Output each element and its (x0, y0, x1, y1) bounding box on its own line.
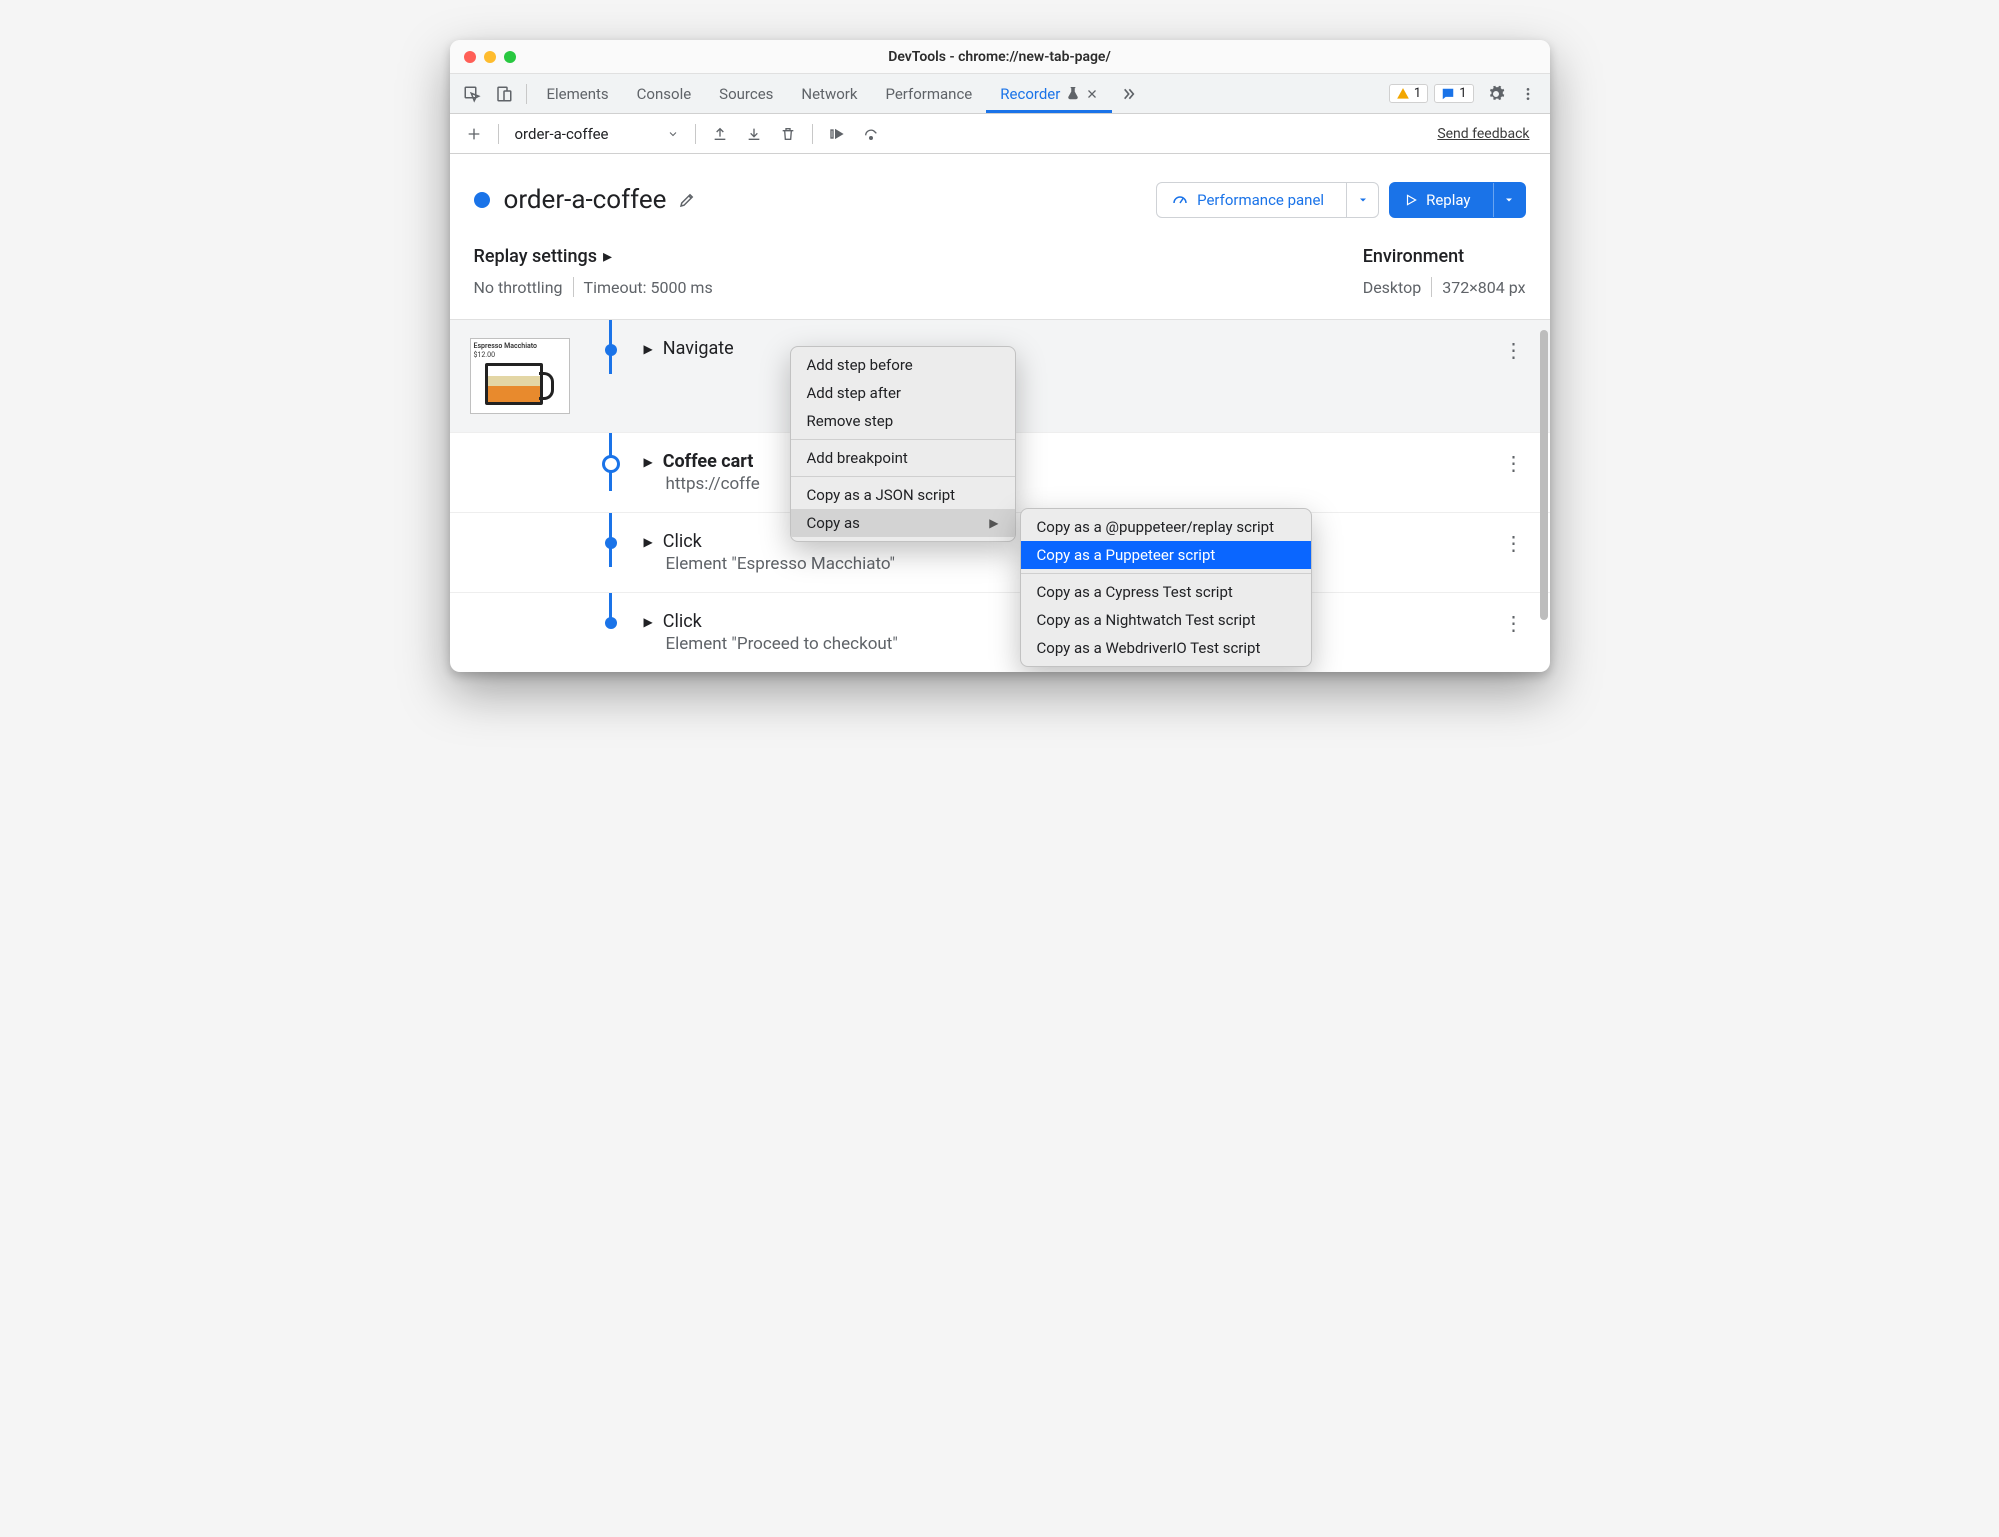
step-more-icon[interactable]: ⋮ (1498, 451, 1530, 475)
scrollbar[interactable] (1540, 330, 1548, 662)
tab-console[interactable]: Console (623, 74, 706, 113)
step-title: Click (663, 531, 702, 552)
edit-title-icon[interactable] (678, 191, 696, 209)
menu-copy-webdriverio[interactable]: Copy as a WebdriverIO Test script (1021, 634, 1311, 662)
more-tabs-icon[interactable] (1112, 78, 1144, 110)
menu-add-step-before[interactable]: Add step before (791, 351, 1015, 379)
tab-recorder[interactable]: Recorder (986, 74, 1112, 113)
warnings-badge[interactable]: 1 (1389, 84, 1428, 103)
step-over-icon[interactable] (821, 118, 853, 150)
caret-right-icon: ▶ (644, 615, 653, 629)
menu-copy-nightwatch[interactable]: Copy as a Nightwatch Test script (1021, 606, 1311, 634)
menu-copy-puppeteer-replay[interactable]: Copy as a @puppeteer/replay script (1021, 513, 1311, 541)
step-context-menu: Add step before Add step after Remove st… (790, 346, 1016, 542)
minimize-window-button[interactable] (484, 51, 496, 63)
titlebar: DevTools - chrome://new-tab-page/ (450, 40, 1550, 74)
delete-icon[interactable] (772, 118, 804, 150)
messages-badge[interactable]: 1 (1434, 84, 1473, 103)
step-row: ▶ Click Element "Proceed to checkout" ⋮ (450, 593, 1550, 672)
settings-row: Replay settings ▸ No throttling Timeout:… (450, 240, 1550, 320)
menu-copy-json[interactable]: Copy as a JSON script (791, 481, 1015, 509)
tab-performance[interactable]: Performance (871, 74, 986, 113)
close-icon[interactable] (1086, 88, 1098, 100)
menu-copy-puppeteer[interactable]: Copy as a Puppeteer script (1021, 541, 1311, 569)
recording-select[interactable]: order-a-coffee (507, 120, 687, 148)
flask-icon (1066, 87, 1080, 101)
menu-copy-as[interactable]: Copy as ▶ (791, 509, 1015, 537)
steps-list: Espresso Macchiato $12.00 ▶ Navigate ⋮ A… (450, 320, 1550, 672)
recording-header: order-a-coffee Performance panel Replay (450, 154, 1550, 240)
window-title: DevTools - chrome://new-tab-page/ (450, 49, 1550, 65)
maximize-window-button[interactable] (504, 51, 516, 63)
import-icon[interactable] (738, 118, 770, 150)
play-icon (1404, 193, 1418, 207)
recording-title: order-a-coffee (504, 185, 667, 215)
warnings-count: 1 (1414, 86, 1421, 101)
recording-dot-icon (474, 192, 490, 208)
environment-size: 372×804 px (1442, 278, 1525, 297)
settings-icon[interactable] (1480, 78, 1512, 110)
performance-panel-button[interactable]: Performance panel (1156, 182, 1379, 218)
replay-settings-toggle[interactable]: Replay settings ▸ (474, 246, 713, 267)
step-title: Coffee cart (663, 451, 754, 472)
warning-icon (1396, 87, 1410, 101)
chevron-right-icon: ▸ (603, 246, 612, 267)
step-expand[interactable]: ▶ Coffee cart (644, 451, 1498, 472)
step-expand[interactable]: ▶ Navigate (644, 338, 1498, 359)
timeline-node-icon (605, 617, 617, 629)
step-more-icon[interactable]: ⋮ (1498, 531, 1530, 555)
performance-panel-label: Performance panel (1197, 191, 1324, 209)
caret-right-icon: ▶ (644, 342, 653, 356)
copy-as-submenu: Copy as a @puppeteer/replay script Copy … (1020, 508, 1312, 667)
menu-add-step-after[interactable]: Add step after (791, 379, 1015, 407)
tab-sources[interactable]: Sources (705, 74, 787, 113)
step-title: Click (663, 611, 702, 632)
new-recording-icon[interactable] (458, 118, 490, 150)
panel-tabstrip: Elements Console Sources Network Perform… (450, 74, 1550, 114)
device-toggle-icon[interactable] (488, 78, 520, 110)
replay-button-label: Replay (1426, 191, 1470, 209)
caret-right-icon: ▶ (644, 535, 653, 549)
replay-settings: Replay settings ▸ No throttling Timeout:… (474, 246, 713, 297)
menu-copy-cypress[interactable]: Copy as a Cypress Test script (1021, 578, 1311, 606)
step-thumbnail: Espresso Macchiato $12.00 (470, 338, 570, 414)
replay-button[interactable]: Replay (1389, 182, 1525, 218)
caret-right-icon: ▶ (644, 455, 653, 469)
tab-network[interactable]: Network (787, 74, 871, 113)
timeout-value: Timeout: 5000 ms (584, 278, 713, 297)
step-title: Navigate (663, 338, 734, 359)
throttling-value: No throttling (474, 278, 563, 297)
gauge-icon (1171, 191, 1189, 209)
recording-select-value: order-a-coffee (515, 125, 609, 143)
recorder-toolbar: order-a-coffee Send feedback (450, 114, 1550, 154)
tab-elements[interactable]: Elements (533, 74, 623, 113)
timeline-node-icon (605, 344, 617, 356)
inspect-icon[interactable] (456, 78, 488, 110)
menu-remove-step[interactable]: Remove step (791, 407, 1015, 435)
close-window-button[interactable] (464, 51, 476, 63)
devtools-window: DevTools - chrome://new-tab-page/ Elemen… (450, 40, 1550, 672)
performance-panel-dropdown[interactable] (1346, 183, 1378, 217)
send-feedback-link[interactable]: Send feedback (1437, 126, 1541, 142)
step-more-icon[interactable]: ⋮ (1498, 338, 1530, 362)
messages-count: 1 (1459, 86, 1466, 101)
step-more-icon[interactable]: ⋮ (1498, 611, 1530, 635)
menu-add-breakpoint[interactable]: Add breakpoint (791, 444, 1015, 472)
window-controls (464, 51, 516, 63)
kebab-icon[interactable] (1512, 78, 1544, 110)
timeline-node-hollow-icon (602, 455, 620, 473)
step-icon[interactable] (855, 118, 887, 150)
replay-dropdown[interactable] (1493, 183, 1525, 217)
chevron-down-icon (667, 128, 679, 140)
tab-recorder-label: Recorder (1000, 85, 1060, 103)
timeline-node-icon (605, 537, 617, 549)
environment-settings: Environment Desktop 372×804 px (1363, 246, 1526, 297)
message-icon (1441, 87, 1455, 101)
step-row: Espresso Macchiato $12.00 ▶ Navigate ⋮ A… (450, 320, 1550, 433)
environment-device: Desktop (1363, 278, 1422, 297)
environment-label: Environment (1363, 246, 1464, 267)
export-icon[interactable] (704, 118, 736, 150)
submenu-arrow-icon: ▶ (989, 516, 998, 530)
